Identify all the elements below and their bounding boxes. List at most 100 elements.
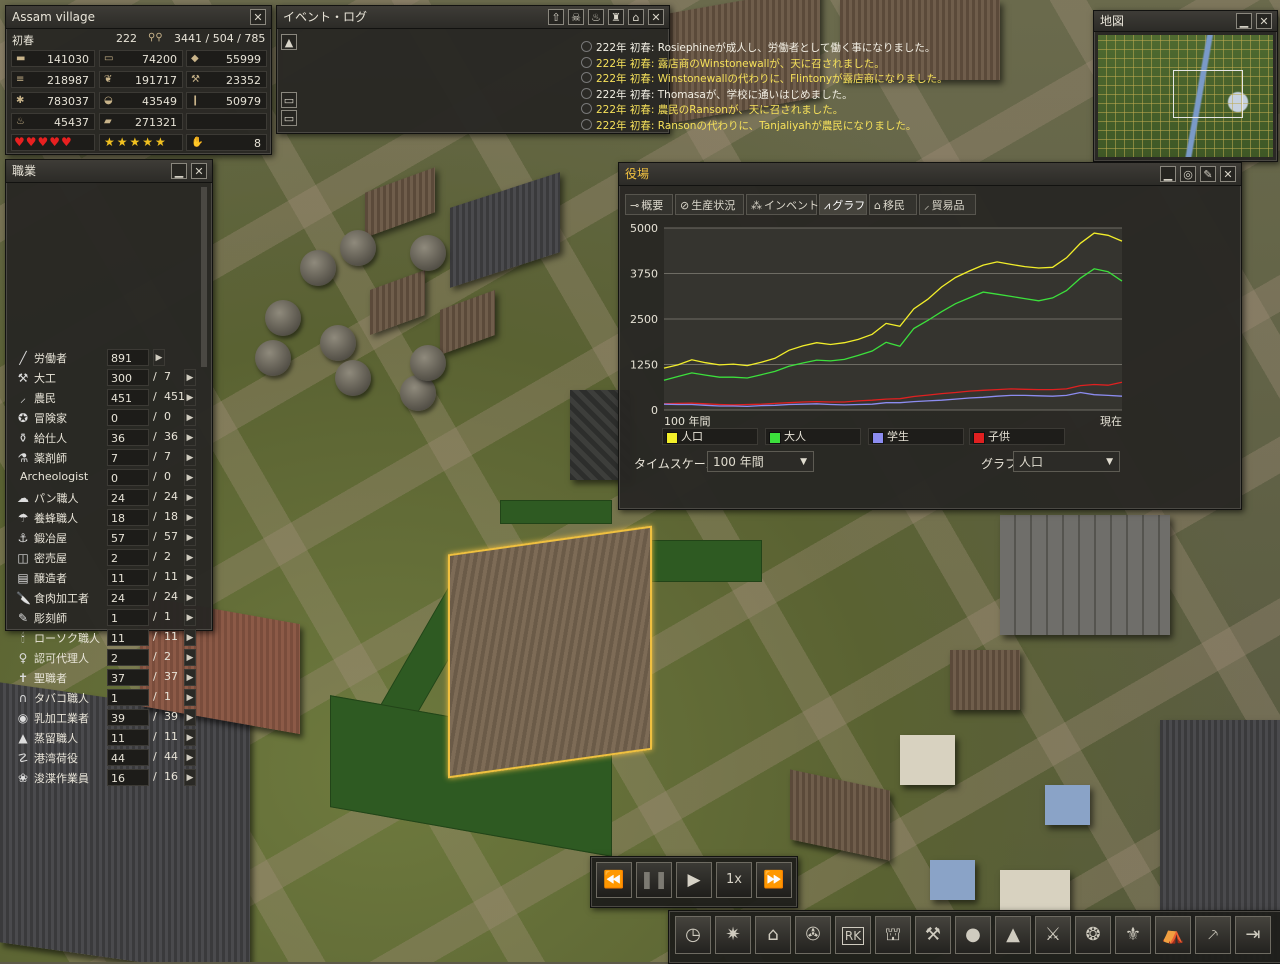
market-stall[interactable] [900,735,955,785]
resource-cell[interactable]: ✱ 783037 [11,92,95,109]
tab-immigration[interactable]: ⌂ 移民 [869,194,917,215]
close-button[interactable]: ✕ [191,163,207,179]
pause-button[interactable]: ❚❚ [636,862,672,898]
resource-cell[interactable]: ⚒ 23352 [186,71,267,88]
fleur-button[interactable]: ⚜ [1115,916,1151,954]
jobs-scrollbar[interactable] [200,186,208,368]
building[interactable] [370,269,425,336]
close-button[interactable]: ✕ [648,9,664,25]
log-entry[interactable]: 222年 初春: Winstonewallの代わりに、Flintonyが露店商に… [581,72,948,87]
speed-indicator[interactable]: 1x [716,862,752,898]
job-row[interactable]: ▲ 蒸留職人 11 / 11 ▶ [14,728,204,748]
minimize-button[interactable]: ▁ [171,163,187,179]
job-count-field[interactable]: 18 [107,509,149,526]
log-entry[interactable]: 222年 初春: Ransonの代わりに、Tanjaliyahが農民になりました… [581,118,916,134]
job-count-field[interactable]: 39 [107,709,149,726]
job-count-field[interactable]: 44 [107,749,149,766]
job-row[interactable]: ☁ パン職人 24 / 24 ▶ [14,488,204,508]
increase-button[interactable]: ▶ [184,769,196,786]
barn-button[interactable]: ⛫ [875,916,911,954]
minimize-button[interactable]: ▁ [1160,166,1176,182]
job-count-field[interactable]: 16 [107,769,149,786]
job-count-field[interactable]: 891 [107,349,149,366]
resource-cell[interactable]: ◒ 43549 [99,92,183,109]
increase-button[interactable]: ▶ [184,389,196,406]
hut[interactable] [320,325,356,361]
increase-button[interactable]: ▶ [184,489,196,506]
tab-inventory[interactable]: ⁂ インベントリ [746,194,830,215]
play-button[interactable]: ▶ [676,862,712,898]
increase-button[interactable]: ▶ [184,729,196,746]
filter-fire-button[interactable]: ♨ [588,9,604,25]
hut[interactable] [410,235,446,271]
hammer-button[interactable]: ⚒ [915,916,951,954]
resource-cell[interactable]: ▬ 141030 [11,50,95,67]
resource-cell[interactable]: ❙ 50979 [186,92,267,109]
job-row[interactable]: ⚒ 大工 300 / 7 ▶ [14,368,204,388]
legend-item[interactable]: 学生 [868,428,964,445]
resource-cell[interactable]: ≡ 218987 [11,71,95,88]
job-count-field[interactable]: 0 [107,469,149,486]
increase-button[interactable]: ▶ [184,689,196,706]
selected-church[interactable] [448,525,652,779]
log-entry[interactable]: 222年 初春: 農民のRansonが、天に召されました。 [581,103,843,118]
job-row[interactable]: ⚱ 給仕人 36 / 36 ▶ [14,428,204,448]
increase-button[interactable]: ▶ [184,409,196,426]
stone-button[interactable]: ❂ [1075,916,1111,954]
log-entry[interactable]: 222年 初春: Thomasaが、学校に通いはじめました。 [581,87,853,103]
job-count-field[interactable]: 37 [107,669,149,686]
tab-production[interactable]: ⊘ 生産状況 [675,194,744,215]
minimap-viewport-frame[interactable] [1173,70,1243,118]
job-count-field[interactable]: 0 [107,409,149,426]
building[interactable] [365,167,435,238]
tree-button[interactable]: ▲ [995,916,1031,954]
job-row[interactable]: ⸝ 農民 451/451 ▶ [14,388,204,408]
tools-button[interactable]: ⚔ [1035,916,1071,954]
job-count-field[interactable]: 11 [107,729,149,746]
job-count-field[interactable]: 24 [107,489,149,506]
close-button[interactable]: ✕ [1220,166,1236,182]
tab-overview[interactable]: ⊸ 概要 [625,194,673,215]
resource-cell[interactable]: ▭ 74200 [99,50,183,67]
market-button[interactable]: ⛺ [1155,916,1191,954]
increase-button[interactable]: ▶ [184,449,196,466]
job-row[interactable]: ✝ 聖職者 37 / 37 ▶ [14,668,204,688]
increase-button[interactable]: ▶ [184,429,196,446]
log-entry[interactable]: 222年 初春: Rosiephineが成人し、労働者として働く事になりました。 [581,41,935,56]
job-count-field[interactable]: 451 [107,389,149,406]
scroll-down-button[interactable]: ▭ [281,110,297,126]
rewind-button[interactable]: ⏪ [596,862,632,898]
increase-button[interactable]: ▶ [184,669,196,686]
apple-button[interactable]: ● [955,916,991,954]
resource-cell[interactable]: ▰ 271321 [99,113,183,130]
job-count-field[interactable]: 2 [107,649,149,666]
building[interactable] [450,172,560,288]
increase-button[interactable]: ▶ [184,569,196,586]
scroll-button[interactable]: ▭ [281,92,297,108]
job-row[interactable]: ✪ 冒険家 0 / 0 ▶ [14,408,204,428]
building[interactable] [790,769,890,861]
increase-button[interactable]: ▶ [184,369,196,386]
increase-button[interactable]: ▶ [184,469,196,486]
stockpile[interactable] [1000,515,1170,635]
filter-death-button[interactable]: ☠ [568,9,584,25]
house-button[interactable]: ⌂ [755,916,791,954]
tab-graph[interactable]: ⩘ グラフ [819,194,867,215]
hut[interactable] [410,345,446,381]
wheel-button[interactable]: ✇ [795,916,831,954]
job-row[interactable]: Archeologist 0 / 0 ▶ [14,468,204,488]
tab-trade[interactable]: ⸝ 貿易品 [919,194,976,215]
pin-button[interactable]: ✎ [1200,166,1216,182]
hut[interactable] [335,360,371,396]
minimap-view[interactable] [1098,35,1273,157]
increase-button[interactable]: ▶ [184,509,196,526]
timescale-select[interactable]: 100 年間 ▼ [707,451,814,472]
job-row[interactable]: ❀ 浚渫作業員 16 / 16 ▶ [14,768,204,788]
scroll-up-button[interactable]: ▲ [281,34,297,50]
exit-button[interactable]: ⇥ [1235,916,1271,954]
filter-arrow-button[interactable]: ⇧ [548,9,564,25]
job-count-field[interactable]: 1 [107,609,149,626]
graph-select[interactable]: 人口 ▼ [1013,451,1120,472]
job-row[interactable]: ⚓ 鍛冶屋 57 / 57 ▶ [14,528,204,548]
hut[interactable] [300,250,336,286]
